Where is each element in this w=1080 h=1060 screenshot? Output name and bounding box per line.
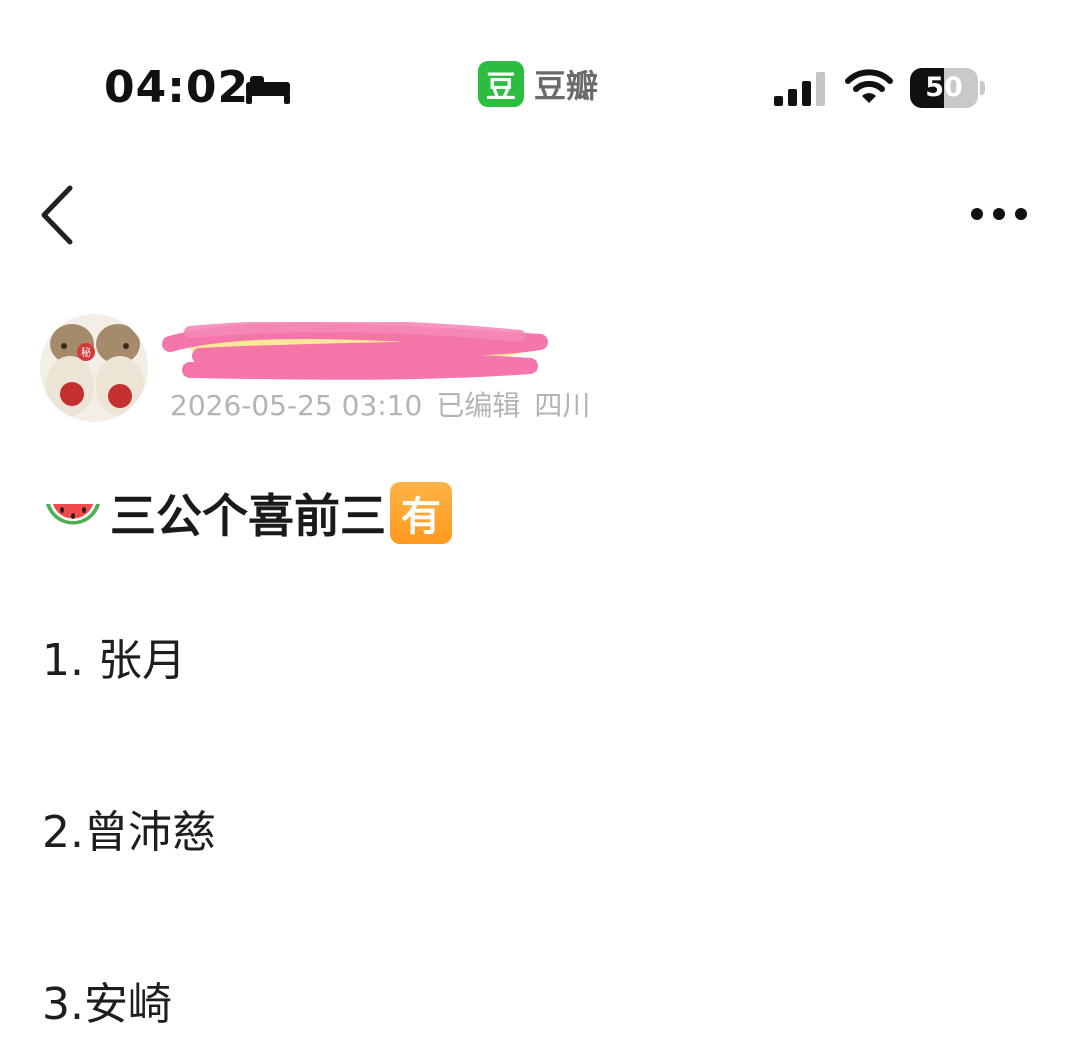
status-bar: 04:02 豆 豆瓣 50 xyxy=(0,0,1080,150)
username-redaction xyxy=(162,322,548,380)
post-meta: 2026-05-25 03:10 已编辑 四川 xyxy=(170,384,604,424)
author-info: 秘 2026-05-25 03:10 已编辑 四川 xyxy=(40,314,740,424)
chevron-left-icon[interactable] xyxy=(34,182,90,248)
bed-icon xyxy=(246,76,290,104)
svg-text:秘: 秘 xyxy=(81,346,91,359)
app-name: 豆瓣 xyxy=(534,67,599,105)
nav-bar xyxy=(0,170,1080,260)
edited-label: 已编辑 xyxy=(436,389,521,422)
post-title-text: 三公个喜前三 xyxy=(110,489,386,543)
douban-logo-icon: 豆 xyxy=(478,61,524,107)
status-time: 04:02 xyxy=(104,62,250,113)
battery-percentage: 50 xyxy=(925,72,963,103)
avatar[interactable]: 秘 xyxy=(40,314,148,422)
post-title: 三公个喜前三 有 xyxy=(42,478,452,548)
watermelon-icon xyxy=(46,504,100,525)
cellular-signal-icon xyxy=(774,72,825,106)
have-badge-icon: 有 xyxy=(390,482,452,544)
app-brand[interactable]: 豆 豆瓣 xyxy=(478,60,598,108)
battery-indicator: 50 xyxy=(910,68,986,108)
post-date: 2026-05-25 03:10 xyxy=(170,389,423,422)
wifi-icon xyxy=(845,69,893,103)
list-item: 2.曾沛慈 xyxy=(42,807,216,858)
list-item: 3.安崎 xyxy=(42,979,172,1030)
more-dots-icon[interactable] xyxy=(962,196,1036,232)
list-item: 1. 张月 xyxy=(42,635,186,686)
post-location: 四川 xyxy=(534,389,591,422)
